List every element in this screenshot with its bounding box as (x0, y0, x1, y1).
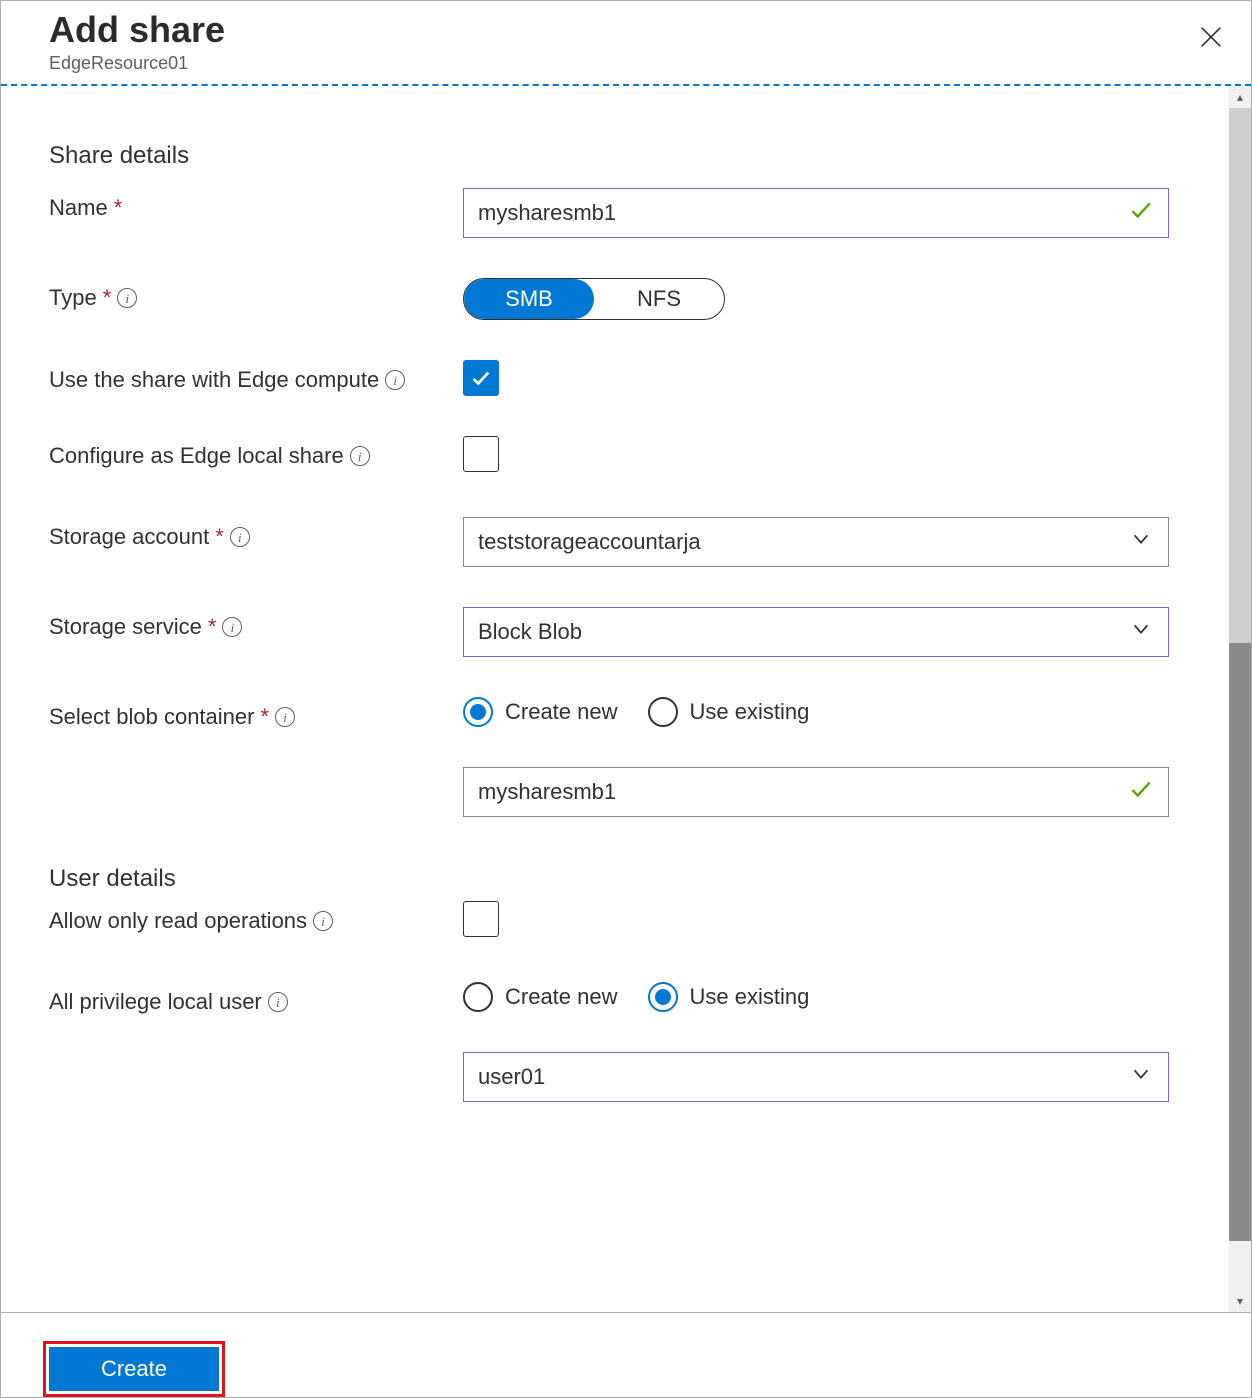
blob-radio-use-existing[interactable]: Use existing (648, 697, 810, 727)
info-icon[interactable]: i (268, 992, 288, 1012)
panel-header: Add share EdgeResource01 (1, 1, 1251, 84)
blob-container-radio-group: Create new Use existing (463, 697, 1169, 727)
close-button[interactable] (1193, 19, 1229, 55)
section-share-details: Share details (49, 142, 1203, 170)
scrollbar[interactable]: ▴ ▾ (1229, 86, 1251, 1312)
info-icon[interactable]: i (117, 288, 137, 308)
label-config-local: Configure as Edge local share i (49, 436, 463, 471)
label-use-edge: Use the share with Edge compute i (49, 360, 463, 395)
scroll-thumb[interactable] (1229, 643, 1251, 1241)
create-highlight: Create (43, 1341, 225, 1397)
label-type: Type * i (49, 278, 463, 313)
label-all-priv-user: All privilege local user i (49, 982, 463, 1017)
info-icon[interactable]: i (222, 617, 242, 637)
panel-subtitle: EdgeResource01 (49, 53, 1211, 74)
create-button[interactable]: Create (49, 1347, 219, 1391)
user-select[interactable]: user01 (463, 1052, 1169, 1102)
user-radio-use-existing[interactable]: Use existing (648, 982, 810, 1012)
scroll-down-icon[interactable]: ▾ (1229, 1290, 1251, 1312)
storage-account-select[interactable]: teststorageaccountarja (463, 517, 1169, 567)
use-edge-checkbox[interactable] (463, 360, 499, 396)
info-icon[interactable]: i (230, 527, 250, 547)
check-icon (470, 367, 492, 389)
chevron-down-icon (1130, 618, 1152, 646)
storage-service-select[interactable]: Block Blob (463, 607, 1169, 657)
chevron-down-icon (1130, 528, 1152, 556)
type-toggle[interactable]: SMB NFS (463, 278, 725, 320)
type-option-smb[interactable]: SMB (464, 279, 594, 319)
form-body: Share details Name * mysharesmb1 Type * … (1, 86, 1251, 1312)
check-icon (1128, 197, 1154, 229)
check-icon (1128, 776, 1154, 808)
user-radio-group: Create new Use existing (463, 982, 1169, 1012)
allow-read-only-checkbox[interactable] (463, 901, 499, 937)
label-storage-account: Storage account * i (49, 517, 463, 552)
config-local-checkbox[interactable] (463, 436, 499, 472)
info-icon[interactable]: i (350, 446, 370, 466)
add-share-panel: Add share EdgeResource01 Share details N… (0, 0, 1252, 1398)
info-icon[interactable]: i (385, 370, 405, 390)
blob-container-name-input[interactable]: mysharesmb1 (463, 767, 1169, 817)
info-icon[interactable]: i (275, 707, 295, 727)
scroll-thumb[interactable] (1229, 108, 1251, 643)
label-select-blob: Select blob container * i (49, 697, 463, 732)
section-user-details: User details (49, 865, 1203, 893)
scroll-up-icon[interactable]: ▴ (1229, 86, 1251, 108)
user-radio-create-new[interactable]: Create new (463, 982, 618, 1012)
label-storage-service: Storage service * i (49, 607, 463, 642)
required-mark: * (114, 194, 123, 223)
blob-radio-create-new[interactable]: Create new (463, 697, 618, 727)
type-option-nfs[interactable]: NFS (594, 279, 724, 319)
close-icon (1197, 23, 1225, 51)
panel-title: Add share (49, 9, 1211, 51)
chevron-down-icon (1130, 1063, 1152, 1091)
label-allow-read-only: Allow only read operations i (49, 901, 463, 936)
info-icon[interactable]: i (313, 911, 333, 931)
name-input[interactable]: mysharesmb1 (463, 188, 1169, 238)
panel-footer: Create (1, 1313, 1251, 1397)
label-name: Name * (49, 188, 463, 223)
